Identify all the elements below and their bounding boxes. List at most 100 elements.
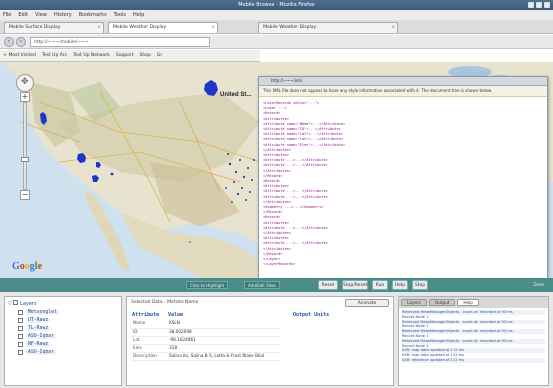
column-header-value: Value <box>168 312 184 318</box>
value-cell: Salina Ks, Salina B S, Lotta & Frost Bla… <box>167 352 281 361</box>
forward-icon[interactable]: › <box>16 37 26 47</box>
status-done-text: Done <box>533 282 544 287</box>
table-row: ID 38.002098 <box>131 328 281 337</box>
tab-label: Mobile Weather Display <box>263 25 317 30</box>
zoom-in-icon[interactable]: + <box>20 92 30 102</box>
attribute-table: Attribute Value Name KSLN ID 38.002098 Lat… <box>131 312 281 361</box>
menu-view[interactable]: View <box>35 12 47 18</box>
column-header-output: Output Units <box>293 312 330 318</box>
tab-help[interactable]: Help <box>457 299 479 306</box>
reset-button[interactable]: Reset <box>318 280 338 290</box>
tree-root[interactable]: ▽ Layers <box>8 300 118 307</box>
log-tab-strip: Layers Output Help <box>399 297 548 308</box>
zoom-out-icon[interactable]: − <box>20 190 30 200</box>
zoom-slider[interactable] <box>21 102 29 190</box>
expand-icon[interactable]: ▽ <box>8 301 12 307</box>
menu-help[interactable]: Help <box>133 12 144 18</box>
zoom-slider-handle[interactable] <box>21 157 29 162</box>
url-input[interactable]: http://~~~/mobile/~~~ <box>30 37 210 47</box>
stop-reset-button[interactable]: Stop/Reset <box>342 280 368 290</box>
tree-item[interactable]: TL-Rawz <box>18 326 118 331</box>
tab-label: Mobile Weather Display <box>113 25 167 30</box>
tab-label: Mobile Surface Display <box>9 25 61 30</box>
tree-item-label: UT-Rawz <box>26 318 51 323</box>
tree-item[interactable]: ASO-Iqbar <box>18 350 118 355</box>
close-tab-icon[interactable]: × <box>391 23 395 33</box>
tab-output[interactable]: Output <box>428 299 456 306</box>
bookmark-support[interactable]: Support <box>116 53 134 58</box>
layer-checkbox[interactable] <box>18 318 23 323</box>
log-panel: Layers Output Help Retrieved MeasManager… <box>398 296 549 386</box>
layer-checkbox[interactable] <box>18 342 23 347</box>
map-country-label: United St... <box>220 92 252 98</box>
menu-history[interactable]: History <box>54 12 72 18</box>
log-line: ASR: reference updated at 112 ms <box>402 357 545 363</box>
bookmark-item[interactable]: Test Up Arc <box>42 53 67 58</box>
tree-item[interactable]: NF-Rawz <box>18 342 118 347</box>
map-zoom-control: + − <box>16 74 36 200</box>
value-cell: -98.1624861 <box>167 336 281 345</box>
stop-button[interactable]: Stop <box>412 280 428 290</box>
menu-tools[interactable]: Tools <box>114 12 126 18</box>
status-highlight-tag[interactable]: Click to Highlight <box>186 281 229 289</box>
bookmark-item[interactable]: Test Up Network <box>73 53 110 58</box>
status-edit-tag[interactable]: Add/Edit Sites <box>244 281 280 289</box>
navigation-toolbar: ‹ › http://~~~/mobile/~~~ <box>0 35 553 49</box>
xml-info-bar: This XML file does not appear to have an… <box>259 86 547 97</box>
table-row: Elev 318 <box>131 344 281 353</box>
tab-weather-active[interactable]: Mobile Weather Display × <box>108 22 218 33</box>
layer-checkbox[interactable] <box>18 310 23 315</box>
table-row: Name KSLN <box>131 320 281 329</box>
log-output: Retrieved MeasManagerObjects - count of:… <box>399 308 548 386</box>
menu-bookmarks[interactable]: Bookmarks <box>79 12 107 18</box>
menu-bar: File Edit View History Bookmarks Tools H… <box>0 10 553 20</box>
tree-item[interactable]: UT-Rawz <box>18 318 118 323</box>
map-view[interactable]: + − United St... Google Map data ©2012 G… <box>0 62 553 278</box>
bookmark-icon: ★ <box>3 53 8 58</box>
close-tab-icon[interactable]: × <box>211 23 215 33</box>
tab-weather-second[interactable]: Mobile Weather Display × <box>258 22 398 33</box>
tree-item[interactable]: Metsonglet <box>18 310 118 315</box>
window-titlebar: Mobile Browse - Mozilla Firefox <box>0 0 553 10</box>
xml-line: </LayerRecords> <box>263 262 296 267</box>
bookmark-shop[interactable]: Shop <box>140 53 151 58</box>
tree-item-label: NF-Rawz <box>26 342 51 347</box>
layer-checkbox[interactable] <box>18 334 23 339</box>
attribute-detail-panel: Selected Data - Metsite Name Animate Att… <box>126 296 394 386</box>
value-cell: KSLN <box>167 320 281 329</box>
close-tab-icon[interactable]: × <box>97 23 101 33</box>
attribute-cell: Elev <box>131 344 167 353</box>
tree-root-checkbox[interactable] <box>13 300 19 305</box>
window-title: Mobile Browse - Mozilla Firefox <box>238 2 315 8</box>
bottom-panel: ▽ Layers Metsonglet UT-Rawz TL-Rawz ASO-… <box>0 292 553 388</box>
map-status-bar: Click to Highlight Add/Edit Sites Reset … <box>0 278 553 292</box>
tree-item[interactable]: ASO-Iqbar <box>18 334 118 339</box>
attribute-cell: Name <box>131 320 167 329</box>
tab-layers[interactable]: Layers <box>401 299 427 306</box>
close-icon[interactable] <box>544 2 550 8</box>
xml-viewer-window: http://~~~/xml This XML file does not ap… <box>258 76 548 278</box>
tree-item-label: ASO-Iqbar <box>26 350 56 355</box>
run-button[interactable]: Run <box>372 280 388 290</box>
bookmark-item[interactable]: Gr <box>157 53 162 58</box>
attribute-cell: Lat <box>131 336 167 345</box>
maximize-icon[interactable] <box>536 2 542 8</box>
layer-checkbox[interactable] <box>18 326 23 331</box>
layer-checkbox[interactable] <box>18 350 23 355</box>
back-icon[interactable]: ‹ <box>4 37 14 47</box>
value-cell: 38.002098 <box>167 328 281 337</box>
tab-strip: Mobile Surface Display × Mobile Weather D… <box>0 20 553 34</box>
tab-surface[interactable]: Mobile Surface Display × <box>4 22 104 33</box>
minimize-icon[interactable] <box>528 2 534 8</box>
animate-button[interactable]: Animate <box>345 299 389 307</box>
menu-edit[interactable]: Edit <box>18 12 28 18</box>
tree-item-label: Metsonglet <box>26 310 59 315</box>
pan-control-icon[interactable] <box>16 74 34 92</box>
column-header-attribute: Attribute <box>132 312 160 318</box>
menu-file[interactable]: File <box>3 12 11 18</box>
bookmark-most-visited[interactable]: ★ Most Visited <box>3 53 36 58</box>
help-button[interactable]: Help <box>392 280 408 290</box>
layer-tree: ▽ Layers Metsonglet UT-Rawz TL-Rawz ASO-… <box>4 296 122 386</box>
xml-tree: <LayerRecords xmlns="..."> <Layer ...> <… <box>263 101 545 278</box>
xml-tab[interactable]: http://~~~/xml <box>259 77 547 86</box>
